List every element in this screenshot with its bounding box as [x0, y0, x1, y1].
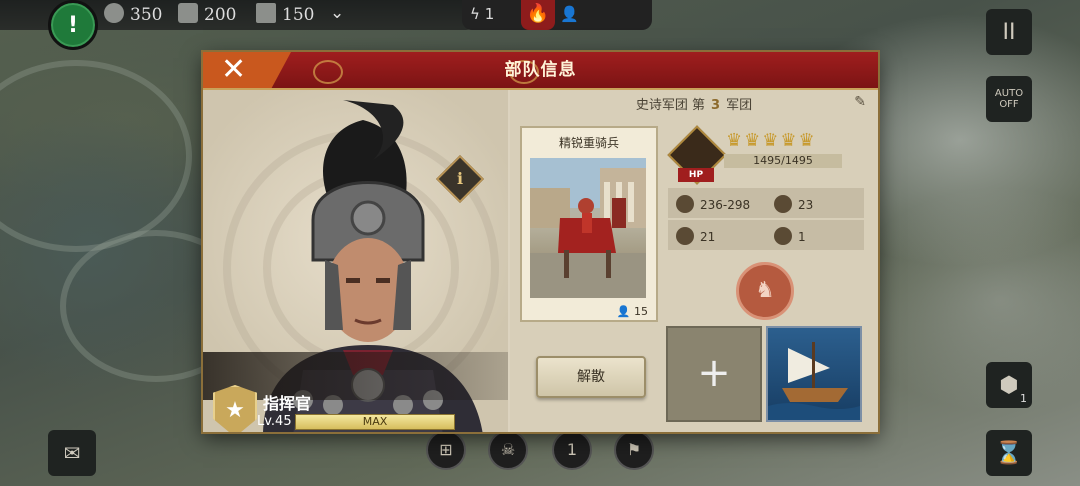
commander-title: 指挥官 [263, 394, 312, 413]
alert-button[interactable]: ! [48, 0, 98, 50]
rank-helmets: ♛♛♛♛♛ [726, 130, 817, 151]
attack-icon [676, 195, 694, 213]
movement-stat: 21 [676, 227, 715, 245]
unit-name: 精锐重骑兵 [558, 136, 619, 150]
hp-value: 1495/1495 [724, 154, 842, 168]
pause-button[interactable]: II [986, 9, 1032, 55]
boot-icon [676, 227, 694, 245]
stat-row: 236-298 23 [668, 188, 864, 218]
rename-button[interactable]: ✎ [854, 94, 866, 110]
exclamation-icon: ! [67, 12, 79, 38]
silver-resource: 350 [104, 3, 162, 25]
expand-resources-button[interactable]: ⌄ [330, 3, 344, 23]
defense-stat: 23 [774, 195, 813, 213]
attack-stat: 236-298 [676, 195, 750, 213]
fire-icon: 🔥 [526, 3, 550, 24]
info-icon: i [456, 169, 464, 188]
unit-image [530, 158, 646, 298]
panel-header: 部队信息 [203, 52, 878, 90]
lightning-icon: ϟ [470, 5, 480, 23]
disband-button[interactable]: 解散 [536, 356, 646, 398]
soldier-icon: 👤 [616, 305, 631, 318]
stat-row: 21 1 [668, 220, 864, 250]
commander-section: i ★ 指挥官 Lv.45 MAX [203, 90, 508, 432]
plus-icon: + [697, 350, 731, 396]
defense-icon [774, 195, 792, 213]
close-icon: ✕ [221, 52, 247, 87]
scroll-button[interactable]: ✉ [48, 430, 96, 476]
panel-title: 部队信息 [504, 60, 577, 80]
end-turn-button[interactable]: ⌛ [986, 430, 1032, 476]
bottom-button-1[interactable]: ⊞ [426, 430, 466, 470]
legion-prefix: 史诗军团 第 [635, 98, 706, 113]
hex-button[interactable]: ⬢ 1 [986, 362, 1032, 408]
scroll-resource: 150 [256, 3, 314, 25]
hexagon-icon: ⬢ [999, 372, 1019, 398]
bottom-button-4[interactable]: ⚑ [614, 430, 654, 470]
battle-button[interactable]: 🔥 [521, 0, 555, 30]
map-river [0, 60, 192, 252]
scroll-icon [256, 3, 276, 23]
player-icon: 👤 [560, 5, 579, 23]
star-icon: ★ [225, 398, 245, 423]
eye-icon [774, 227, 792, 245]
cavalry-illustration [530, 158, 646, 298]
lightning-counter: ϟ 1 [470, 5, 494, 23]
hammer-value: 200 [204, 5, 237, 25]
unit-skill-icon[interactable]: ♞ [736, 262, 794, 320]
add-unit-slot[interactable]: + [666, 326, 762, 422]
horse-seal-icon: ♞ [755, 278, 775, 303]
silver-coin-icon [104, 3, 124, 23]
legion-header: 史诗军团 第 3 军团 [510, 94, 878, 113]
silver-value: 350 [130, 5, 163, 25]
army-section: 史诗军团 第 3 军团 ✎ 精锐重骑兵 👤 15 HP ♛♛♛♛♛ 1495/1… [510, 90, 878, 432]
chevron-down-icon: ⌄ [330, 3, 345, 23]
scroll-value: 150 [282, 5, 315, 25]
pencil-icon: ✎ [854, 94, 866, 110]
hex-count: 1 [1020, 392, 1027, 405]
lightning-value: 1 [484, 5, 495, 23]
auto-label: AUTO [994, 88, 1024, 99]
hourglass-icon: ⌛ [995, 440, 1023, 466]
commander-level: Lv.45 [257, 414, 292, 429]
vision-stat: 1 [774, 227, 806, 245]
bottom-button-2[interactable]: ☠ [488, 430, 528, 470]
pause-icon: II [1002, 19, 1016, 45]
hammer-icon [178, 3, 198, 23]
unit-card[interactable]: 精锐重骑兵 👤 15 [520, 126, 658, 322]
experience-bar: MAX [295, 414, 455, 430]
auto-button[interactable]: AUTO OFF [986, 76, 1032, 122]
hp-label: HP [678, 168, 714, 182]
experience-label: MAX [362, 415, 388, 428]
ship-icon [768, 342, 860, 420]
unit-info-panel: 部队信息 ✕ i ★ 指挥官 Lv.45 MAX 史诗军团 第 3 军团 ✎ 精… [203, 52, 878, 432]
hammer-resource: 200 [178, 3, 236, 25]
auto-state: OFF [999, 99, 1019, 110]
legion-number: 3 [711, 98, 721, 113]
unit-count: 👤 15 [616, 305, 648, 318]
legion-suffix: 军团 [726, 98, 753, 113]
scroll-icon: ✉ [63, 441, 81, 465]
ship-slot[interactable] [766, 326, 862, 422]
bottom-button-3[interactable]: 1 [552, 430, 592, 470]
